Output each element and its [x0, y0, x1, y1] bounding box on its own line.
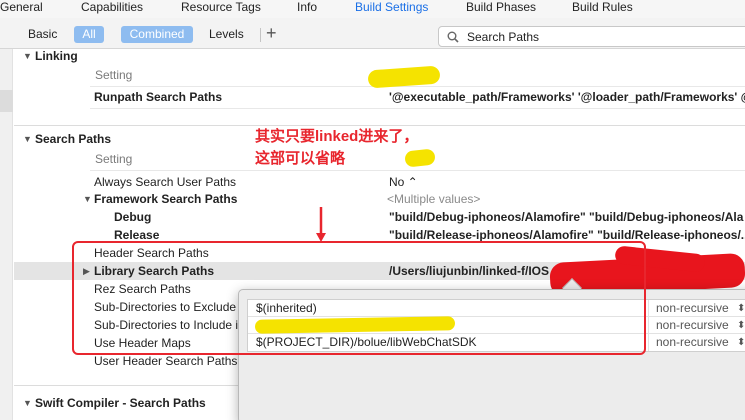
section-title-swift-search-paths: Swift Compiler - Search Paths — [35, 396, 206, 410]
setting-framework-debug[interactable]: Debug — [114, 210, 151, 224]
column-divider — [648, 334, 649, 351]
row-divider — [90, 86, 745, 87]
tab-info[interactable]: Info — [297, 0, 317, 15]
filter-levels-button[interactable]: Levels — [209, 26, 244, 43]
tab-build-phases[interactable]: Build Phases — [466, 0, 536, 15]
setting-framework-release[interactable]: Release — [114, 228, 159, 242]
section-title-search-paths: Search Paths — [35, 132, 112, 146]
selected-target-marker — [0, 90, 13, 112]
annotation-outline-box — [72, 241, 646, 355]
add-setting-button[interactable]: + — [266, 23, 277, 43]
disclosure-triangle-icon[interactable]: ▼ — [83, 194, 92, 204]
filter-divider — [260, 28, 261, 42]
search-field[interactable]: Search Paths — [438, 26, 745, 47]
disclosure-triangle-icon[interactable]: ▼ — [23, 134, 32, 144]
tab-build-rules[interactable]: Build Rules — [572, 0, 633, 15]
column-divider — [648, 317, 649, 334]
column-header-setting: Setting — [95, 152, 133, 166]
value-framework-debug[interactable]: "build/Debug-iphoneos/Alamofire" "build/… — [389, 210, 743, 224]
column-divider — [648, 300, 649, 317]
section-title-linking: Linking — [35, 49, 78, 63]
recursion-select[interactable]: non-recursive — [656, 334, 729, 351]
value-always-search-user-paths[interactable]: No ⌃ — [389, 175, 418, 189]
setting-always-search-user-paths[interactable]: Always Search User Paths — [94, 175, 236, 189]
annotation-note: 其实只要linked进来了，这部可以省略 — [255, 128, 419, 167]
tab-build-settings[interactable]: Build Settings — [355, 0, 428, 15]
column-header-setting: Setting — [95, 68, 133, 82]
tab-resource-tags[interactable]: Resource Tags — [181, 0, 261, 15]
recursion-select[interactable]: non-recursive — [656, 300, 729, 317]
filter-basic-button[interactable]: Basic — [28, 26, 57, 43]
search-input[interactable]: Search Paths — [467, 29, 539, 45]
row-divider — [90, 170, 745, 171]
recursion-select[interactable]: non-recursive — [656, 317, 729, 334]
stepper-icon[interactable]: ⬍ — [737, 317, 745, 334]
search-icon — [447, 31, 459, 43]
arrow-down-icon — [316, 207, 326, 242]
value-framework-release[interactable]: "build/Release-iphoneos/Alamofire" "buil… — [389, 228, 745, 242]
tab-capabilities[interactable]: Capabilities — [81, 0, 143, 15]
disclosure-triangle-icon[interactable]: ▼ — [23, 398, 32, 408]
filter-combined-button[interactable]: Combined — [121, 26, 193, 43]
targets-gutter — [0, 49, 13, 420]
setting-runpath-search-paths[interactable]: Runpath Search Paths — [94, 90, 222, 104]
stepper-icon[interactable]: ⬍ — [737, 300, 745, 317]
editor-tab-bar: General Capabilities Resource Tags Info … — [0, 0, 745, 18]
filter-all-button[interactable]: All — [74, 26, 104, 43]
setting-user-header-search-paths[interactable]: User Header Search Paths — [94, 354, 237, 368]
tab-general[interactable]: General — [0, 0, 43, 15]
row-divider — [90, 108, 745, 109]
setting-framework-search-paths[interactable]: Framework Search Paths — [94, 192, 237, 206]
disclosure-triangle-icon[interactable]: ▼ — [23, 51, 32, 61]
value-framework-search-paths[interactable]: <Multiple values> — [387, 192, 480, 206]
filter-bar: Basic All Combined Levels + Search Paths — [0, 18, 745, 49]
value-runpath-search-paths[interactable]: '@executable_path/Frameworks' '@loader_p… — [389, 90, 745, 104]
stepper-icon[interactable]: ⬍ — [737, 334, 745, 351]
